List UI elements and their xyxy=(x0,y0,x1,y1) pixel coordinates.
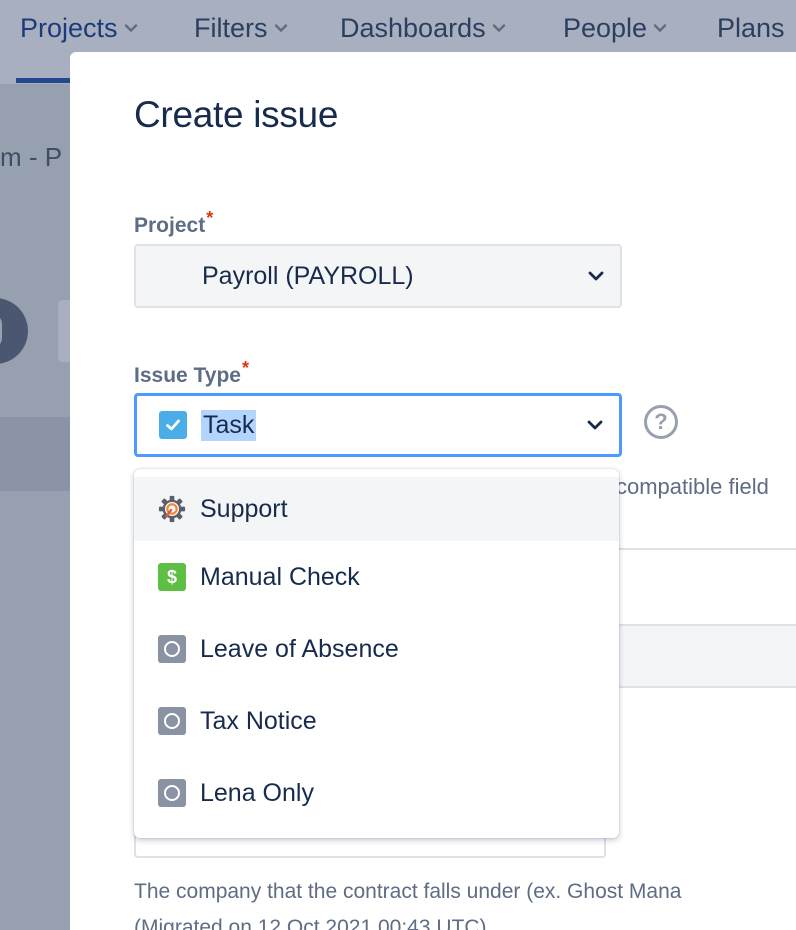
generic-issue-icon xyxy=(158,779,186,807)
divider xyxy=(616,548,796,550)
nav-projects[interactable]: Projects xyxy=(20,10,138,46)
generic-issue-icon xyxy=(158,635,186,663)
background-avatar xyxy=(0,298,28,364)
dropdown-item-label: Lena Only xyxy=(200,778,314,807)
issue-type-select-value[interactable]: Task xyxy=(201,409,257,441)
field-hint-text: compatible field xyxy=(616,474,769,499)
chevron-down-icon xyxy=(587,420,603,430)
dropdown-item-label: Manual Check xyxy=(200,562,360,591)
nav-filters[interactable]: Filters xyxy=(194,10,288,46)
generic-issue-icon xyxy=(158,707,186,735)
required-asterisk: * xyxy=(242,358,250,378)
nav-plans[interactable]: Plans xyxy=(717,10,785,46)
nav-dashboards-label: Dashboards xyxy=(340,12,486,43)
issue-type-label: Issue Type* xyxy=(134,358,249,388)
dropdown-item-leave-of-absence[interactable]: Leave of Absence xyxy=(134,613,619,685)
dropdown-item-tax-notice[interactable]: Tax Notice xyxy=(134,685,619,757)
modal-title: Create issue xyxy=(134,94,339,135)
nav-people[interactable]: People xyxy=(563,10,667,46)
issue-type-label-text: Issue Type xyxy=(134,364,241,387)
description-line-1: The company that the contract falls unde… xyxy=(134,880,682,903)
dropdown-item-label: Tax Notice xyxy=(200,706,317,735)
issue-type-dropdown: Support $ Manual Check Leave of Absence … xyxy=(134,469,619,838)
background-breadcrumb: m - P xyxy=(0,142,63,172)
task-checkbox-icon xyxy=(159,411,187,439)
project-label: Project* xyxy=(134,208,213,238)
chevron-down-icon xyxy=(492,24,505,33)
chevron-down-icon xyxy=(274,24,287,33)
required-asterisk: * xyxy=(206,208,214,228)
project-select-value: Payroll (PAYROLL) xyxy=(202,261,414,290)
nav-filters-label: Filters xyxy=(194,12,268,43)
background-input[interactable] xyxy=(616,624,796,688)
field-description: The company that the contract falls unde… xyxy=(134,874,681,930)
dropdown-item-support[interactable]: Support xyxy=(134,477,619,541)
nav-projects-label: Projects xyxy=(20,12,118,43)
dropdown-item-lena-only[interactable]: Lena Only xyxy=(134,757,619,829)
help-icon[interactable]: ? xyxy=(644,405,678,439)
description-line-2: (Migrated on 12 Oct 2021 00:43 UTC) xyxy=(134,916,487,930)
project-select[interactable]: Payroll (PAYROLL) xyxy=(134,244,622,308)
chevron-down-icon xyxy=(588,271,604,281)
nav-dashboards[interactable]: Dashboards xyxy=(340,10,506,46)
chevron-down-icon xyxy=(653,24,667,33)
dropdown-item-label: Leave of Absence xyxy=(200,634,399,663)
issue-type-select[interactable]: Task xyxy=(134,393,622,457)
dollar-icon: $ xyxy=(158,563,186,591)
dropdown-item-manual-check[interactable]: $ Manual Check xyxy=(134,541,619,613)
chevron-down-icon xyxy=(124,24,137,33)
dropdown-item-label: Support xyxy=(200,494,288,523)
nav-people-label: People xyxy=(563,12,648,43)
support-gear-icon xyxy=(158,495,186,523)
project-label-text: Project xyxy=(134,214,206,237)
nav-plans-label: Plans xyxy=(717,12,785,43)
background-band xyxy=(0,417,80,491)
